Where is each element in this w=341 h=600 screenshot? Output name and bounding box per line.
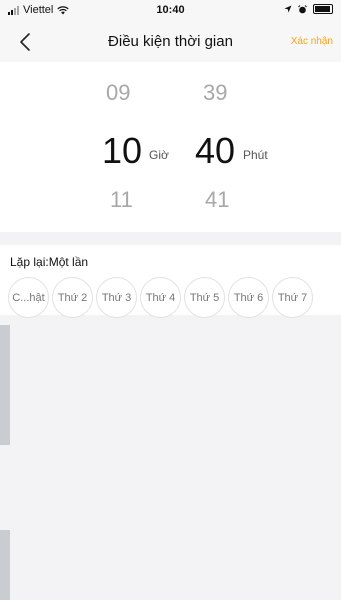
hour-unit: Giờ xyxy=(149,148,169,162)
hour-selected[interactable]: 10 xyxy=(102,130,142,172)
day-tuesday[interactable]: Thứ 3 xyxy=(96,277,137,318)
screen: Viettel 10:40 Điều kiện thời gian Xác nh… xyxy=(0,0,341,600)
minute-selected[interactable]: 40 xyxy=(195,130,235,172)
status-bar: Viettel 10:40 xyxy=(0,0,341,22)
day-saturday[interactable]: Thứ 7 xyxy=(272,277,313,318)
battery-icon xyxy=(313,4,333,14)
repeat-section: Lặp lại:Một lần C...hật Thứ 2 Thứ 3 Thứ … xyxy=(0,245,341,318)
day-thursday[interactable]: Thứ 5 xyxy=(184,277,225,318)
hour-prev[interactable]: 09 xyxy=(106,80,130,106)
navigation-bar: Điều kiện thời gian Xác nhận xyxy=(0,22,341,62)
day-wednesday[interactable]: Thứ 4 xyxy=(140,277,181,318)
repeat-label[interactable]: Lặp lại:Một lần xyxy=(10,255,88,269)
minute-prev[interactable]: 39 xyxy=(203,80,227,106)
alarm-icon xyxy=(298,4,307,13)
day-sunday[interactable]: C...hật xyxy=(8,277,49,318)
status-icons xyxy=(284,4,333,14)
minute-unit: Phút xyxy=(243,148,268,162)
time-picker[interactable]: 09 10 Giờ 11 39 40 Phút 41 xyxy=(0,62,341,232)
day-friday[interactable]: Thứ 6 xyxy=(228,277,269,318)
background-strip xyxy=(0,530,10,600)
weekday-selector: C...hật Thứ 2 Thứ 3 Thứ 4 Thứ 5 Thứ 6 Th… xyxy=(8,277,313,318)
background-strip xyxy=(0,325,10,445)
location-icon xyxy=(284,5,292,13)
day-monday[interactable]: Thứ 2 xyxy=(52,277,93,318)
hour-next[interactable]: 11 xyxy=(110,187,133,213)
minute-next[interactable]: 41 xyxy=(205,187,229,213)
confirm-button[interactable]: Xác nhận xyxy=(291,36,333,47)
